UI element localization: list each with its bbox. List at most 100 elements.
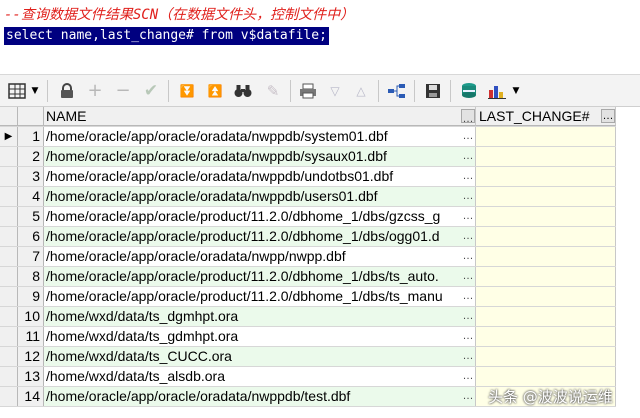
save-icon[interactable] [422, 80, 444, 102]
last-change-cell[interactable] [476, 127, 616, 146]
name-cell[interactable]: /home/oracle/app/oracle/oradata/nwppdb/s… [44, 127, 476, 146]
table-row[interactable]: ▶ 1/home/oracle/app/oracle/oradata/nwppdb… [0, 127, 616, 147]
table-row[interactable]: 12/home/wxd/data/ts_CUCC.ora … [0, 347, 616, 367]
row-number[interactable]: 10 [18, 307, 44, 326]
check-icon[interactable]: ✔ [140, 80, 162, 102]
last-change-cell[interactable] [476, 187, 616, 206]
row-number[interactable]: 13 [18, 367, 44, 386]
table-row[interactable]: 10/home/wxd/data/ts_dgmhpt.ora … [0, 307, 616, 327]
table-row[interactable]: 4/home/oracle/app/oracle/oradata/nwppdb/… [0, 187, 616, 207]
row-number[interactable]: 8 [18, 267, 44, 286]
name-cell-text: /home/wxd/data/ts_alsdb.ora [46, 368, 225, 384]
table-row[interactable]: 6/home/oracle/app/oracle/product/11.2.0/… [0, 227, 616, 247]
grid-icon[interactable] [6, 80, 28, 102]
name-cell-text: /home/oracle/app/oracle/product/11.2.0/d… [46, 208, 441, 224]
last-change-cell[interactable] [476, 167, 616, 186]
name-cell[interactable]: /home/oracle/app/oracle/product/11.2.0/d… [44, 207, 476, 226]
row-number[interactable]: 2 [18, 147, 44, 166]
name-cell[interactable]: /home/wxd/data/ts_dgmhpt.ora … [44, 307, 476, 326]
cell-expand-button[interactable]: … [461, 387, 475, 406]
row-number[interactable]: 5 [18, 207, 44, 226]
row-indicator [0, 227, 18, 246]
cell-expand-button[interactable]: … [461, 207, 475, 226]
cell-expand-button[interactable]: … [461, 227, 475, 246]
name-cell[interactable]: /home/wxd/data/ts_gdmhpt.ora … [44, 327, 476, 346]
table-row[interactable]: 5/home/oracle/app/oracle/product/11.2.0/… [0, 207, 616, 227]
last-change-cell[interactable] [476, 207, 616, 226]
cell-expand-button[interactable]: … [461, 287, 475, 306]
last-change-cell[interactable] [476, 367, 616, 386]
name-cell-text: /home/wxd/data/ts_CUCC.ora [46, 348, 232, 364]
name-cell[interactable]: /home/oracle/app/oracle/product/11.2.0/d… [44, 267, 476, 286]
minus-icon[interactable]: − [112, 80, 134, 102]
column-header-last-change[interactable]: LAST_CHANGE# … [476, 107, 616, 126]
binoculars-icon[interactable] [232, 80, 254, 102]
row-number[interactable]: 11 [18, 327, 44, 346]
cell-expand-button[interactable]: … [461, 127, 475, 146]
sql-statement[interactable]: select name,last_change# from v$datafile… [4, 27, 329, 45]
toolbar-separator [414, 80, 415, 102]
chart-icon[interactable] [486, 80, 508, 102]
name-cell[interactable]: /home/oracle/app/oracle/oradata/nwppdb/u… [44, 167, 476, 186]
lock-icon[interactable] [56, 80, 78, 102]
row-number[interactable]: 4 [18, 187, 44, 206]
name-cell-text: /home/wxd/data/ts_dgmhpt.ora [46, 308, 239, 324]
cell-expand-button[interactable]: … [461, 367, 475, 386]
last-change-cell[interactable] [476, 227, 616, 246]
last-change-cell[interactable] [476, 327, 616, 346]
cell-expand-button[interactable]: … [461, 267, 475, 286]
cell-expand-button[interactable]: … [461, 247, 475, 266]
last-change-cell[interactable] [476, 247, 616, 266]
row-number[interactable]: 6 [18, 227, 44, 246]
last-change-cell[interactable] [476, 267, 616, 286]
row-indicator [0, 247, 18, 266]
table-row[interactable]: 7/home/oracle/app/oracle/oradata/nwpp/nw… [0, 247, 616, 267]
row-number[interactable]: 9 [18, 287, 44, 306]
last-change-cell[interactable] [476, 307, 616, 326]
table-row[interactable]: 2/home/oracle/app/oracle/oradata/nwppdb/… [0, 147, 616, 167]
triangle-up-icon[interactable]: △ [350, 80, 372, 102]
last-change-cell[interactable] [476, 347, 616, 366]
triangle-down-icon[interactable]: ▽ [324, 80, 346, 102]
name-cell[interactable]: /home/oracle/app/oracle/oradata/nwpp/nwp… [44, 247, 476, 266]
name-cell[interactable]: /home/oracle/app/oracle/oradata/nwppdb/t… [44, 387, 476, 406]
last-change-cell[interactable] [476, 147, 616, 166]
double-down-icon[interactable]: ⏬ [176, 80, 198, 102]
row-number[interactable]: 7 [18, 247, 44, 266]
last-change-cell[interactable] [476, 287, 616, 306]
name-cell[interactable]: /home/oracle/app/oracle/product/11.2.0/d… [44, 287, 476, 306]
double-up-icon[interactable]: ⏫ [204, 80, 226, 102]
cell-expand-button[interactable]: … [461, 167, 475, 186]
cell-expand-button[interactable]: … [461, 147, 475, 166]
row-number[interactable]: 14 [18, 387, 44, 406]
cell-expand-button[interactable]: … [461, 347, 475, 366]
table-row[interactable]: 9/home/oracle/app/oracle/product/11.2.0/… [0, 287, 616, 307]
name-cell[interactable]: /home/oracle/app/oracle/oradata/nwppdb/u… [44, 187, 476, 206]
name-cell[interactable]: /home/oracle/app/oracle/product/11.2.0/d… [44, 227, 476, 246]
cell-expand-button[interactable]: … [461, 187, 475, 206]
name-cell[interactable]: /home/wxd/data/ts_CUCC.ora … [44, 347, 476, 366]
name-cell[interactable]: /home/oracle/app/oracle/oradata/nwppdb/s… [44, 147, 476, 166]
name-cell-text: /home/oracle/app/oracle/product/11.2.0/d… [46, 228, 440, 244]
table-row[interactable]: 13/home/wxd/data/ts_alsdb.ora … [0, 367, 616, 387]
dropdown-arrow-icon[interactable]: ▼ [509, 80, 523, 102]
row-number[interactable]: 12 [18, 347, 44, 366]
column-filter-button[interactable]: … [461, 109, 475, 125]
name-cell-text: /home/wxd/data/ts_gdmhpt.ora [46, 328, 239, 344]
table-row[interactable]: 3/home/oracle/app/oracle/oradata/nwppdb/… [0, 167, 616, 187]
database-icon[interactable] [458, 80, 480, 102]
table-row[interactable]: 8/home/oracle/app/oracle/product/11.2.0/… [0, 267, 616, 287]
eraser-icon[interactable]: ✎ [262, 80, 284, 102]
table-row[interactable]: 11/home/wxd/data/ts_gdmhpt.ora … [0, 327, 616, 347]
cell-expand-button[interactable]: … [461, 307, 475, 326]
column-filter-button[interactable]: … [601, 109, 615, 123]
name-cell[interactable]: /home/wxd/data/ts_alsdb.ora … [44, 367, 476, 386]
plus-icon[interactable]: + [84, 80, 106, 102]
dropdown-arrow-icon[interactable]: ▼ [28, 80, 42, 102]
column-header-name[interactable]: NAME … [44, 107, 476, 126]
cell-expand-button[interactable]: … [461, 327, 475, 346]
row-number[interactable]: 1 [18, 127, 44, 146]
tree-icon[interactable] [386, 80, 408, 102]
print-icon[interactable] [297, 80, 319, 102]
row-number[interactable]: 3 [18, 167, 44, 186]
